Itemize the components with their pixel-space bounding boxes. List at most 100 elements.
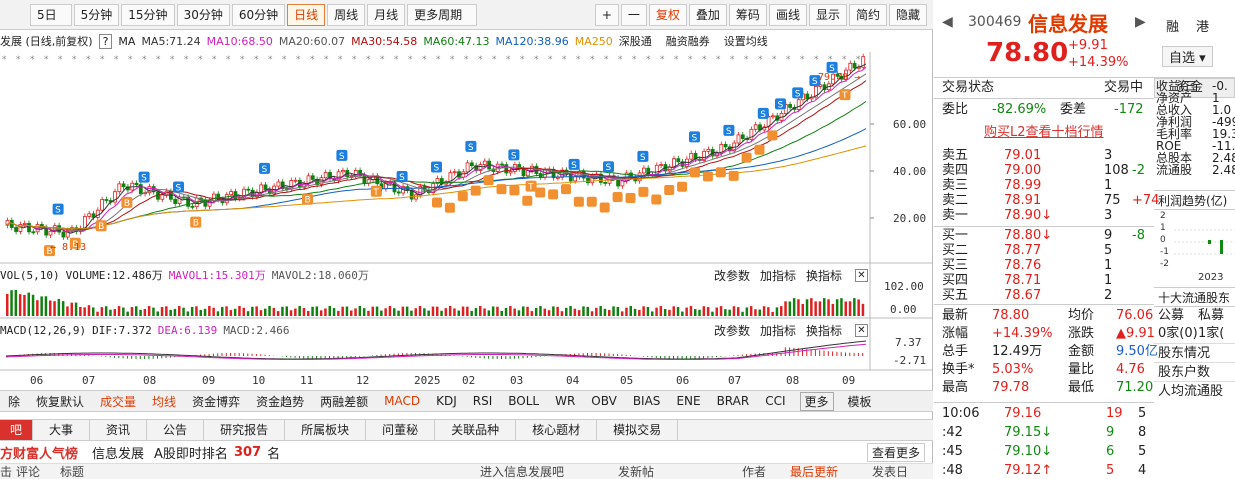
macd-close-icon[interactable]: ✕ <box>855 324 868 337</box>
finance-link[interactable]: 股东情况 <box>1154 343 1235 362</box>
signal-marker <box>444 202 455 213</box>
bottom-tab[interactable]: 问董秘 <box>366 420 436 440</box>
chart-tool-button[interactable]: 筹码 <box>728 3 767 26</box>
indicator-tab[interactable]: 资金趋势 <box>248 393 312 410</box>
volume-bar <box>354 308 357 316</box>
macd-switch-indicator[interactable]: 换指标 <box>806 322 842 339</box>
indicator-tab[interactable]: 除 <box>0 393 28 410</box>
period-button[interactable]: 60分钟 <box>231 3 286 26</box>
indicator-tab[interactable]: OBV <box>583 394 625 408</box>
period-button[interactable]: 5分钟 <box>73 3 120 26</box>
post-list-column[interactable]: 发表日 <box>872 463 908 479</box>
indicator-tab[interactable]: BIAS <box>625 394 669 408</box>
bottom-tab[interactable]: 模拟交易 <box>597 420 679 440</box>
l2-link[interactable]: 购买L2查看十档行情 <box>984 125 1104 141</box>
chart-tool-button[interactable]: 简约 <box>848 3 887 26</box>
chart-tool-button[interactable]: 隐藏 <box>888 3 927 26</box>
link-margin[interactable]: 融资融券 <box>666 33 710 49</box>
bottom-tab[interactable]: 资讯 <box>90 420 148 440</box>
finance-link[interactable]: 人均流通股 <box>1154 381 1235 400</box>
indicator-tab[interactable]: BRAR <box>709 394 758 408</box>
volume-bar <box>706 307 710 316</box>
indicator-tab[interactable]: 两融差额 <box>312 393 376 410</box>
ma30-label: MA30:54.58 <box>351 34 418 48</box>
vol-close-icon[interactable]: ✕ <box>855 269 868 282</box>
volume-bar <box>805 299 809 316</box>
bottom-tab[interactable]: 所属板块 <box>285 420 367 440</box>
vol-switch-indicator[interactable]: 换指标 <box>806 267 842 284</box>
chart-tool-button[interactable]: + <box>594 3 619 26</box>
link-ma-settings[interactable]: 设置均线 <box>724 33 768 49</box>
post-list-column[interactable]: 标题 <box>60 463 84 479</box>
post-list-column[interactable]: 作者 <box>742 463 766 479</box>
period-button[interactable]: 更多周期 <box>407 3 478 26</box>
volume-bar <box>466 306 469 316</box>
next-icon[interactable]: ▶ <box>1135 14 1146 30</box>
volume-bar <box>595 307 598 316</box>
post-list-column[interactable]: 最后更新 <box>790 463 838 479</box>
dif-label: DIF:7.372 <box>92 323 152 337</box>
indicator-tab[interactable]: WR <box>547 394 583 408</box>
finance-link[interactable]: 股东户数 <box>1154 362 1235 381</box>
indicator-tab[interactable]: 成交量 <box>92 393 144 410</box>
back-icon[interactable]: ◀ <box>942 14 953 30</box>
indicator-tab[interactable]: 资金博弈 <box>184 393 248 410</box>
volume-bar <box>444 308 448 316</box>
event-marker: * <box>86 55 91 65</box>
indicator-tab[interactable]: RSI <box>465 394 501 408</box>
volume-bar <box>276 311 280 316</box>
volume-bar <box>491 306 495 316</box>
indicator-tab[interactable]: KDJ <box>428 394 465 408</box>
period-button[interactable]: 周线 <box>327 3 366 26</box>
link-sgt[interactable]: 深股通 <box>619 33 652 49</box>
post-list-column[interactable]: 发新帖 <box>618 463 654 479</box>
indicator-tab[interactable]: MACD <box>376 394 428 408</box>
candle-body <box>586 177 590 184</box>
chart-tool-button[interactable]: 画线 <box>768 3 807 26</box>
margin-badge[interactable]: 融 <box>1166 16 1179 35</box>
indicator-tab[interactable]: 均线 <box>144 393 184 410</box>
volume-bar <box>853 298 856 316</box>
rank-brand[interactable]: 方财富人气榜 <box>0 443 78 462</box>
post-list-column[interactable]: 击 <box>0 463 12 479</box>
volume-bar <box>302 307 306 316</box>
macd-change-params[interactable]: 改参数 <box>714 322 750 339</box>
indicator-tab[interactable]: ENE <box>668 394 708 408</box>
indicator-tab[interactable]: CCI <box>757 394 793 408</box>
tick-n: 8 <box>1138 425 1147 440</box>
tick-row: 10:06 79.16 19 5 <box>934 406 1154 422</box>
post-list-column[interactable]: 评论 <box>16 463 40 479</box>
chart-tool-button[interactable]: 一 <box>620 3 647 26</box>
indicator-tab[interactable]: BOLL <box>500 394 547 408</box>
chart-tool-button[interactable]: 显示 <box>808 3 847 26</box>
candle-body <box>469 162 474 167</box>
period-button[interactable]: 30分钟 <box>176 3 230 26</box>
period-button[interactable]: 5日 <box>30 3 72 26</box>
period-button[interactable]: 月线 <box>367 3 406 26</box>
asks-row: 卖五 79.01 3 <box>934 148 1154 164</box>
price-chart[interactable]: 60.0040.0020.00BSBBBSSBSBSTSSSSTS SSSSSSS… <box>0 52 933 390</box>
bottom-tab[interactable]: 公告 <box>147 420 205 440</box>
post-list-column[interactable]: 进入信息发展吧 <box>480 463 564 479</box>
bottom-tab[interactable]: 研究报告 <box>204 420 286 440</box>
bottom-tab[interactable]: 关联品种 <box>435 420 517 440</box>
macd-add-indicator[interactable]: 加指标 <box>760 322 796 339</box>
chart-tool-button[interactable]: 复权 <box>648 3 687 26</box>
period-button[interactable]: 日线 <box>287 3 326 26</box>
bottom-tab[interactable]: 吧 <box>0 420 34 440</box>
vol-add-indicator[interactable]: 加指标 <box>760 267 796 284</box>
stat-l1: 涨幅 <box>942 326 969 341</box>
help-icon[interactable]: ? <box>98 33 113 49</box>
event-marker: * <box>758 55 763 65</box>
indicator-tab[interactable]: 更多 <box>799 391 834 411</box>
bottom-tab[interactable]: 大事 <box>33 420 91 440</box>
indicator-tab[interactable]: 模板 <box>840 393 880 410</box>
period-button[interactable]: 15分钟 <box>121 3 175 26</box>
vol-change-params[interactable]: 改参数 <box>714 267 750 284</box>
indicator-tab[interactable]: 恢复默认 <box>28 393 92 410</box>
chart-tool-button[interactable]: 叠加 <box>688 3 727 26</box>
watchlist-button[interactable]: 自选 ▾ <box>1162 46 1213 67</box>
rank-more-button[interactable]: 查看更多 <box>866 442 925 462</box>
hk-badge[interactable]: 港 <box>1196 16 1209 35</box>
bottom-tab[interactable]: 核心题材 <box>516 420 598 440</box>
